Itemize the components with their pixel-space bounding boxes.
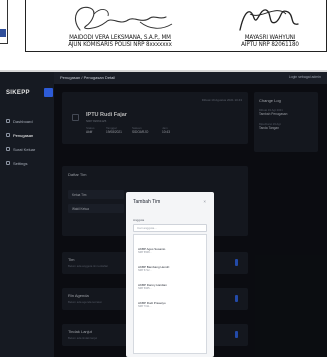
close-icon[interactable]: × [203,199,206,204]
sidebar-item-surat-keluar[interactable]: Surat Keluar [6,144,52,154]
dashboard-icon [6,119,10,123]
signature-right: MAYASRI WAHYUNI AIPTU NRP 82061180 [220,0,320,48]
modal-title: Tambah Tim [133,199,161,205]
signature-left-name: MAIDODI VERA LEKSMANA, S.A.P., MM [69,34,171,41]
gear-icon [6,161,10,165]
signature-left-rank: AJUN KOMISARIS POLISI NRP 8xxxxxxx [68,41,172,48]
option-sub: NRP 6508... [138,251,152,254]
option-sub: NRP 6905... [138,287,152,290]
sidebar-item-settings[interactable]: Settings [6,158,52,168]
task-icon [6,133,10,137]
app-screenshot: SIKEPP Dashboard Penugasan Surat Keluar … [0,70,327,357]
dropdown-option[interactable]: AKBP Rudi Prasetyo NRP 7011... [138,301,166,309]
member-field-label: Anggota [133,218,145,222]
sidebar-item-dashboard[interactable]: Dashboard [6,116,52,126]
dropdown-option[interactable]: AKBP Danny Hardian NRP 6905... [138,283,167,291]
signature-right-image [239,9,299,31]
dropdown-option[interactable]: AKBP Bambang Hendri NRP 6712... [138,265,169,273]
sidebar-item-label: Surat Keluar [13,146,36,152]
signature-left: MAIDODI VERA LEKSMANA, S.A.P., MM AJUN K… [50,0,190,48]
brand-logo: SIKEPP [6,90,30,96]
member-dropdown: AKBP Agus Susanto NRP 6508... AKBP Bamba… [133,234,207,354]
option-sub: NRP 7011... [138,305,152,308]
sidebar-toggle-button[interactable] [44,88,53,97]
signature-document: MAIDODI VERA LEKSMANA, S.A.P., MM AJUN K… [0,0,327,64]
member-search-input[interactable]: Cari anggota... [133,224,207,232]
breadcrumb: Penugasan / Penugasan Detail [60,75,116,80]
sidebar-item-penugasan[interactable]: Penugasan [6,130,52,140]
add-team-modal: Tambah Tim × Anggota Cari anggota... AKB… [126,192,214,357]
user-menu[interactable]: Login sebagai admin [289,75,321,79]
topbar: Penugasan / Penugasan Detail Login sebag… [54,70,327,84]
option-sub: NRP 6712... [138,269,152,272]
document-left-fragment [0,0,8,44]
signature-right-name: MAYASRI WAHYUNI [244,34,296,41]
signature-right-rank: AIPTU NRP 82061180 [241,41,299,48]
sidebar-item-label: Settings [13,160,28,166]
signature-left-image [75,6,173,31]
dropdown-option[interactable]: AKBP Agus Susanto NRP 6508... [138,247,165,255]
sidebar: SIKEPP Dashboard Penugasan Surat Keluar … [0,70,54,357]
sidebar-item-label: Penugasan [13,132,34,138]
mail-icon [6,147,10,151]
sidebar-item-label: Dashboard [13,118,33,124]
